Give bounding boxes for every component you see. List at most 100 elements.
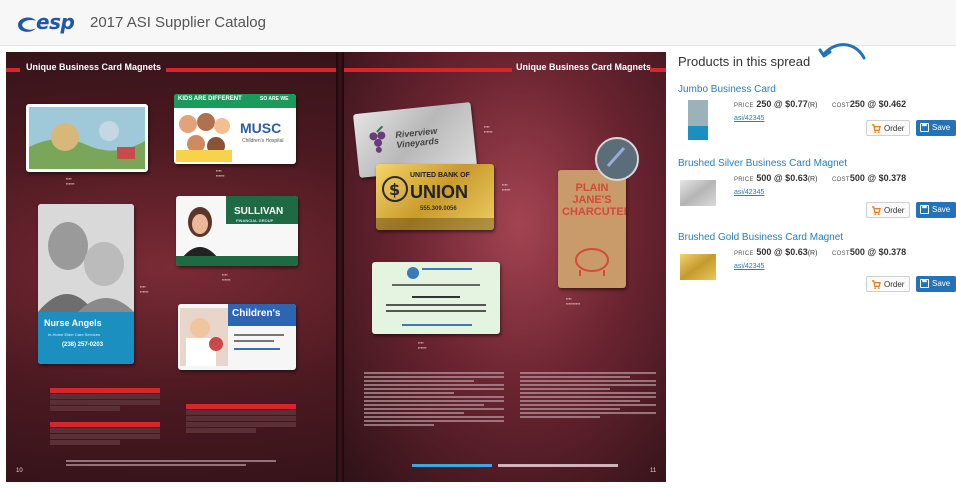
card-plain-jane: PLAIN JANE'S CHARCUTERIE: [558, 170, 626, 288]
order-label: Order: [884, 206, 905, 215]
card-photo-magnet: [26, 104, 148, 172]
card-nurse-angels: Nurse Angels In-Home Elder Care Services…: [38, 204, 134, 364]
curved-arrow-icon: [818, 43, 866, 60]
card-caption-2: ▪▪▪▪ ▪▪▪▪▪▪: [216, 168, 225, 178]
price-table-1: [50, 388, 160, 412]
price-value: @ $0.63: [773, 173, 808, 183]
right-text-block-1: [364, 372, 504, 428]
section-band-right-a: [344, 68, 512, 72]
price-label: PRICE: [734, 251, 754, 257]
order-button[interactable]: Order: [866, 202, 910, 218]
asi-number-link[interactable]: asi/42345: [734, 189, 764, 196]
section-band-right-b: [650, 68, 666, 72]
musc-headline: KIDS ARE DIFFERENT: [178, 96, 242, 102]
products-panel: Products in this spread Jumbo Business C…: [672, 43, 956, 488]
cart-icon: [872, 206, 881, 215]
grape-icon: [369, 125, 386, 153]
product-name-link[interactable]: Brushed Gold Business Card Magnet: [678, 232, 843, 243]
product-item-brushed-silver-magnet: Brushed Silver Business Card Magnet PRIC…: [678, 158, 956, 230]
header-bar: esp 2017 ASI Supplier Catalog: [0, 0, 956, 46]
kids-photo: [176, 113, 232, 162]
catalog-title: 2017 ASI Supplier Catalog: [90, 14, 266, 31]
price-label: PRICE: [734, 103, 754, 109]
price-line: PRICE 250 @ $0.77(R) COST250 @ $0.462: [734, 99, 906, 109]
product-item-jumbo-business-card: Jumbo Business Card PRICE 250 @ $0.77(R)…: [678, 84, 956, 156]
section-band-left-b: [166, 68, 336, 72]
card-sullivan: SULLIVAN FINANCIAL GROUP: [176, 196, 298, 266]
cost-value: @ $0.378: [867, 173, 907, 183]
clinic-line-5: [386, 310, 486, 312]
price-qty: 250: [756, 99, 772, 109]
musc-sub: Children's Hospital: [242, 138, 284, 144]
musc-headline-sub: SO ARE WE: [260, 96, 289, 102]
price-qty: 500: [756, 173, 772, 183]
childrens-line-1: [234, 334, 284, 336]
cost-value: @ $0.462: [867, 99, 907, 109]
card-childrens: Children's: [178, 304, 296, 370]
riverview-name: Riverview Vineyards: [394, 125, 440, 150]
card-photo-image: [29, 107, 145, 169]
price-line: PRICE 500 @ $0.63(R) COST500 @ $0.378: [734, 247, 906, 257]
save-button[interactable]: Save: [916, 276, 956, 292]
cost-value: @ $0.378: [867, 247, 907, 257]
product-thumbnail[interactable]: [680, 254, 716, 280]
save-disk-icon: [920, 205, 929, 214]
esp-logo[interactable]: esp: [14, 9, 80, 37]
childrens-photo: [180, 308, 228, 366]
right-footnote: [498, 464, 618, 467]
card-musc: KIDS ARE DIFFERENT SO ARE WE MUSC Childr…: [174, 94, 296, 164]
pig-icon: [575, 248, 609, 276]
card-caption-4: ▪▪▪▪ ▪▪▪▪▪▪: [140, 284, 149, 294]
save-label: Save: [932, 123, 951, 132]
price-code: (R): [807, 250, 818, 257]
childrens-title: Children's: [232, 308, 281, 319]
logo-text: esp: [36, 10, 75, 34]
asi-number-link[interactable]: asi/42345: [734, 115, 764, 122]
union-name: UNION: [410, 182, 468, 202]
price-value: @ $0.63: [773, 247, 808, 257]
childrens-line-2: [234, 340, 274, 342]
clinic-line-3: [412, 296, 460, 298]
asi-number-link[interactable]: asi/42345: [734, 263, 764, 270]
product-name-link[interactable]: Brushed Silver Business Card Magnet: [678, 158, 847, 169]
nurse-phone: (238) 257-0203: [62, 342, 104, 348]
price-label: PRICE: [734, 177, 754, 183]
clinic-line-2: [392, 284, 480, 286]
product-name-link[interactable]: Jumbo Business Card: [678, 84, 776, 95]
order-label: Order: [884, 280, 905, 289]
sullivan-sub: FINANCIAL GROUP: [236, 218, 274, 223]
page-spine: [336, 52, 344, 482]
right-text-block-2: [520, 372, 656, 420]
card-union: $ UNITED BANK OF UNION 555.309.0056: [376, 164, 494, 230]
product-thumbnail[interactable]: [688, 100, 708, 140]
order-button[interactable]: Order: [866, 276, 910, 292]
svg-text:$: $: [389, 180, 400, 199]
left-page-number: 10: [16, 468, 23, 474]
price-code: (R): [807, 176, 818, 183]
app-window: esp 2017 ASI Supplier Catalog Unique Bus…: [0, 0, 956, 488]
childrens-line-3: [234, 348, 280, 350]
catalog-spread[interactable]: Unique Business Card Magnets Unique Busi…: [6, 52, 666, 482]
cost-label: COST: [831, 177, 850, 183]
price-value: @ $0.77: [773, 99, 808, 109]
clinic-line-4: [386, 304, 486, 306]
save-button[interactable]: Save: [916, 120, 956, 136]
left-footnote: [66, 460, 276, 468]
save-label: Save: [932, 205, 951, 214]
clinic-line-6: [402, 324, 472, 326]
nurse-sub: In-Home Elder Care Services: [48, 332, 101, 337]
cost-qty: 500: [849, 173, 865, 183]
clinic-logo-icon: [407, 267, 419, 279]
save-disk-icon: [920, 123, 929, 132]
cost-qty: 500: [849, 247, 865, 257]
order-button[interactable]: Order: [866, 120, 910, 136]
detail-callout-icon: [595, 137, 639, 181]
save-label: Save: [932, 279, 951, 288]
product-thumbnail[interactable]: [680, 180, 716, 206]
cost-label: COST: [831, 251, 850, 257]
save-button[interactable]: Save: [916, 202, 956, 218]
product-item-brushed-gold-magnet: Brushed Gold Business Card Magnet PRICE …: [678, 232, 956, 304]
cart-icon: [872, 280, 881, 289]
sullivan-footer: [176, 256, 298, 266]
cart-icon: [872, 124, 881, 133]
